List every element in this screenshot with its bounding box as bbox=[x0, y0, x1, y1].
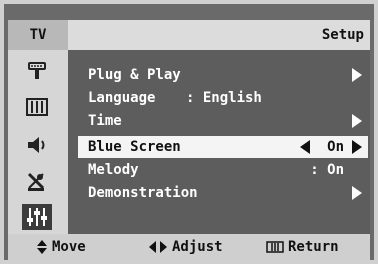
sidebar bbox=[8, 50, 68, 234]
left-right-arrow-icon bbox=[149, 241, 167, 253]
menu-item-value: On bbox=[327, 139, 344, 155]
setup-icon[interactable] bbox=[22, 204, 52, 230]
menu-item-language[interactable]: Language : English bbox=[78, 87, 368, 109]
menu-item-label: Time bbox=[88, 113, 122, 129]
osd-menu-frame: TV Setup Plug & Play Language: English … bbox=[0, 0, 378, 264]
menu-item-time[interactable]: Time bbox=[78, 110, 368, 132]
menu-item-demonstration[interactable]: Demonstration bbox=[78, 182, 368, 204]
menu-item-label: Language bbox=[88, 90, 156, 106]
menu-item-value: : English bbox=[186, 90, 262, 106]
menu-item-blue-screen[interactable]: Blue Screen On bbox=[78, 136, 368, 158]
menu-list: Plug & Play Language : English Time Blue… bbox=[68, 50, 370, 234]
tv-label: TV bbox=[8, 20, 68, 50]
chevron-right-icon bbox=[352, 186, 362, 200]
input-icon[interactable] bbox=[22, 58, 52, 84]
chevron-right-icon[interactable] bbox=[352, 140, 362, 154]
chevron-left-icon[interactable] bbox=[300, 140, 310, 154]
sound-icon[interactable] bbox=[22, 132, 52, 158]
menu-icon bbox=[266, 241, 284, 253]
title-bar: TV Setup bbox=[8, 20, 370, 50]
chevron-right-icon bbox=[352, 68, 362, 82]
adjust-hint: Adjust bbox=[148, 234, 223, 260]
menu-item-label: Demonstration bbox=[88, 185, 198, 201]
return-hint: Return bbox=[266, 234, 339, 260]
menu-item-label: Melody bbox=[88, 162, 139, 178]
menu-item-plug-and-play[interactable]: Plug & Play bbox=[78, 64, 368, 86]
chevron-right-icon bbox=[352, 114, 362, 128]
help-bar: Move Adjust Return bbox=[8, 234, 370, 260]
page-title: Setup bbox=[321, 27, 364, 43]
adjust-label: Adjust bbox=[172, 239, 223, 255]
picture-icon[interactable] bbox=[22, 94, 52, 120]
move-label: Move bbox=[52, 239, 86, 255]
up-down-arrow-icon bbox=[37, 240, 47, 254]
move-hint: Move bbox=[36, 234, 86, 260]
menu-item-label: Blue Screen bbox=[88, 139, 181, 155]
menu-item-melody[interactable]: Melody : On bbox=[78, 159, 368, 181]
return-label: Return bbox=[288, 239, 339, 255]
menu-item-label: Plug & Play bbox=[88, 67, 181, 83]
channel-icon[interactable] bbox=[22, 168, 52, 194]
menu-item-value: : On bbox=[310, 162, 344, 178]
